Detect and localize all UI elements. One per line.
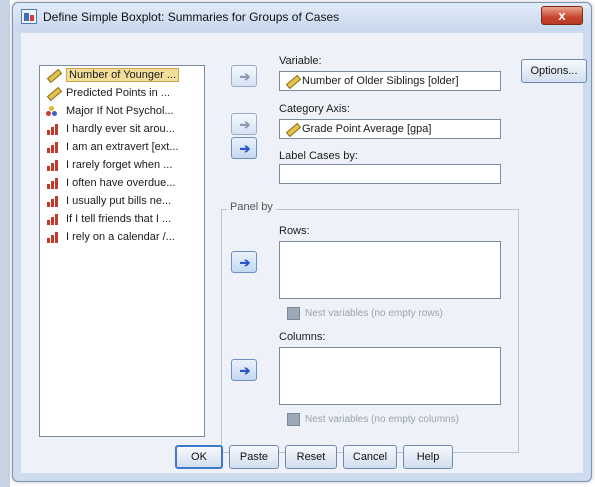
list-item[interactable]: I hardly ever sit arou... xyxy=(40,120,204,138)
category-axis-label: Category Axis: xyxy=(279,103,350,115)
ok-button[interactable]: OK xyxy=(175,445,223,469)
rows-list[interactable] xyxy=(279,241,501,299)
ruler-icon xyxy=(285,75,299,87)
list-item[interactable]: I usually put bills ne... xyxy=(40,192,204,210)
options-button[interactable]: Options... xyxy=(521,59,587,83)
category-axis-value: Grade Point Average [gpa] xyxy=(302,123,432,135)
variable-label: I often have overdue... xyxy=(66,177,176,189)
variable-label: If I tell friends that I ... xyxy=(66,213,172,225)
variable-label: I am an extravert [ext... xyxy=(66,141,179,153)
variable-label: Variable: xyxy=(279,55,322,67)
ruler-icon xyxy=(46,87,60,99)
variable-label: Predicted Points in ... xyxy=(66,87,170,99)
variable-label: I hardly ever sit arou... xyxy=(66,123,175,135)
ordinal-icon xyxy=(46,213,60,225)
move-to-rows-button[interactable]: ➔ xyxy=(231,251,257,273)
dialog-title: Define Simple Boxplot: Summaries for Gro… xyxy=(43,10,340,24)
list-item[interactable]: Major If Not Psychol... xyxy=(40,102,204,120)
cancel-button[interactable]: Cancel xyxy=(343,445,397,469)
arrow-right-icon: ➔ xyxy=(239,255,251,270)
move-to-variable-button[interactable]: ➔ xyxy=(231,65,257,87)
move-to-category-axis-button[interactable]: ➔ xyxy=(231,113,257,135)
nest-rows-checkbox[interactable] xyxy=(287,307,300,320)
variable-value: Number of Older Siblings [older] xyxy=(302,75,459,87)
variable-label: I usually put bills ne... xyxy=(66,195,172,207)
ordinal-icon xyxy=(46,159,60,171)
variable-label: I rarely forget when ... xyxy=(66,159,173,171)
columns-label: Columns: xyxy=(279,331,326,343)
arrow-right-icon: ➔ xyxy=(239,363,251,378)
arrow-right-icon: ➔ xyxy=(239,117,251,132)
list-item[interactable]: Predicted Points in ... xyxy=(40,84,204,102)
move-to-columns-button[interactable]: ➔ xyxy=(231,359,257,381)
close-button[interactable]: x xyxy=(541,6,583,25)
variable-label: I rely on a calendar /... xyxy=(66,231,175,243)
nest-rows-label: Nest variables (no empty rows) xyxy=(305,308,443,319)
ruler-icon xyxy=(46,69,60,81)
list-item[interactable]: I rely on a calendar /... xyxy=(40,228,204,246)
move-to-label-cases-button[interactable]: ➔ xyxy=(231,137,257,159)
reset-button[interactable]: Reset xyxy=(285,445,337,469)
ordinal-icon xyxy=(46,195,60,207)
rows-label: Rows: xyxy=(279,225,310,237)
variable-label: Number of Younger ... xyxy=(66,68,180,82)
dialog-body: Number of Younger ... Predicted Points i… xyxy=(21,33,587,473)
ordinal-icon xyxy=(46,123,60,135)
ordinal-icon xyxy=(46,141,60,153)
paste-button[interactable]: Paste xyxy=(229,445,279,469)
source-variable-list[interactable]: Number of Younger ... Predicted Points i… xyxy=(39,65,205,437)
nominal-icon xyxy=(46,105,60,117)
help-button[interactable]: Help xyxy=(403,445,453,469)
nest-columns-label: Nest variables (no empty columns) xyxy=(305,414,459,425)
nest-columns-checkbox[interactable] xyxy=(287,413,300,426)
panel-by-title: Panel by xyxy=(227,201,276,213)
ordinal-icon xyxy=(46,231,60,243)
list-item[interactable]: I often have overdue... xyxy=(40,174,204,192)
arrow-right-icon: ➔ xyxy=(239,141,251,156)
list-item[interactable]: If I tell friends that I ... xyxy=(40,210,204,228)
dialog-app-icon xyxy=(21,9,37,24)
desktop-background xyxy=(0,0,10,487)
list-item[interactable]: Number of Younger ... xyxy=(40,66,204,84)
category-axis-field[interactable]: Grade Point Average [gpa] xyxy=(279,119,501,139)
define-boxplot-dialog: Define Simple Boxplot: Summaries for Gro… xyxy=(12,2,592,482)
list-item[interactable]: I rarely forget when ... xyxy=(40,156,204,174)
list-item[interactable]: I am an extravert [ext... xyxy=(40,138,204,156)
title-bar[interactable]: Define Simple Boxplot: Summaries for Gro… xyxy=(13,3,591,31)
label-cases-label: Label Cases by: xyxy=(279,150,358,162)
ordinal-icon xyxy=(46,177,60,189)
variable-label: Major If Not Psychol... xyxy=(66,105,174,117)
arrow-right-icon: ➔ xyxy=(239,69,251,84)
ruler-icon xyxy=(285,123,299,135)
columns-list[interactable] xyxy=(279,347,501,405)
label-cases-field[interactable] xyxy=(279,164,501,184)
variable-field[interactable]: Number of Older Siblings [older] xyxy=(279,71,501,91)
